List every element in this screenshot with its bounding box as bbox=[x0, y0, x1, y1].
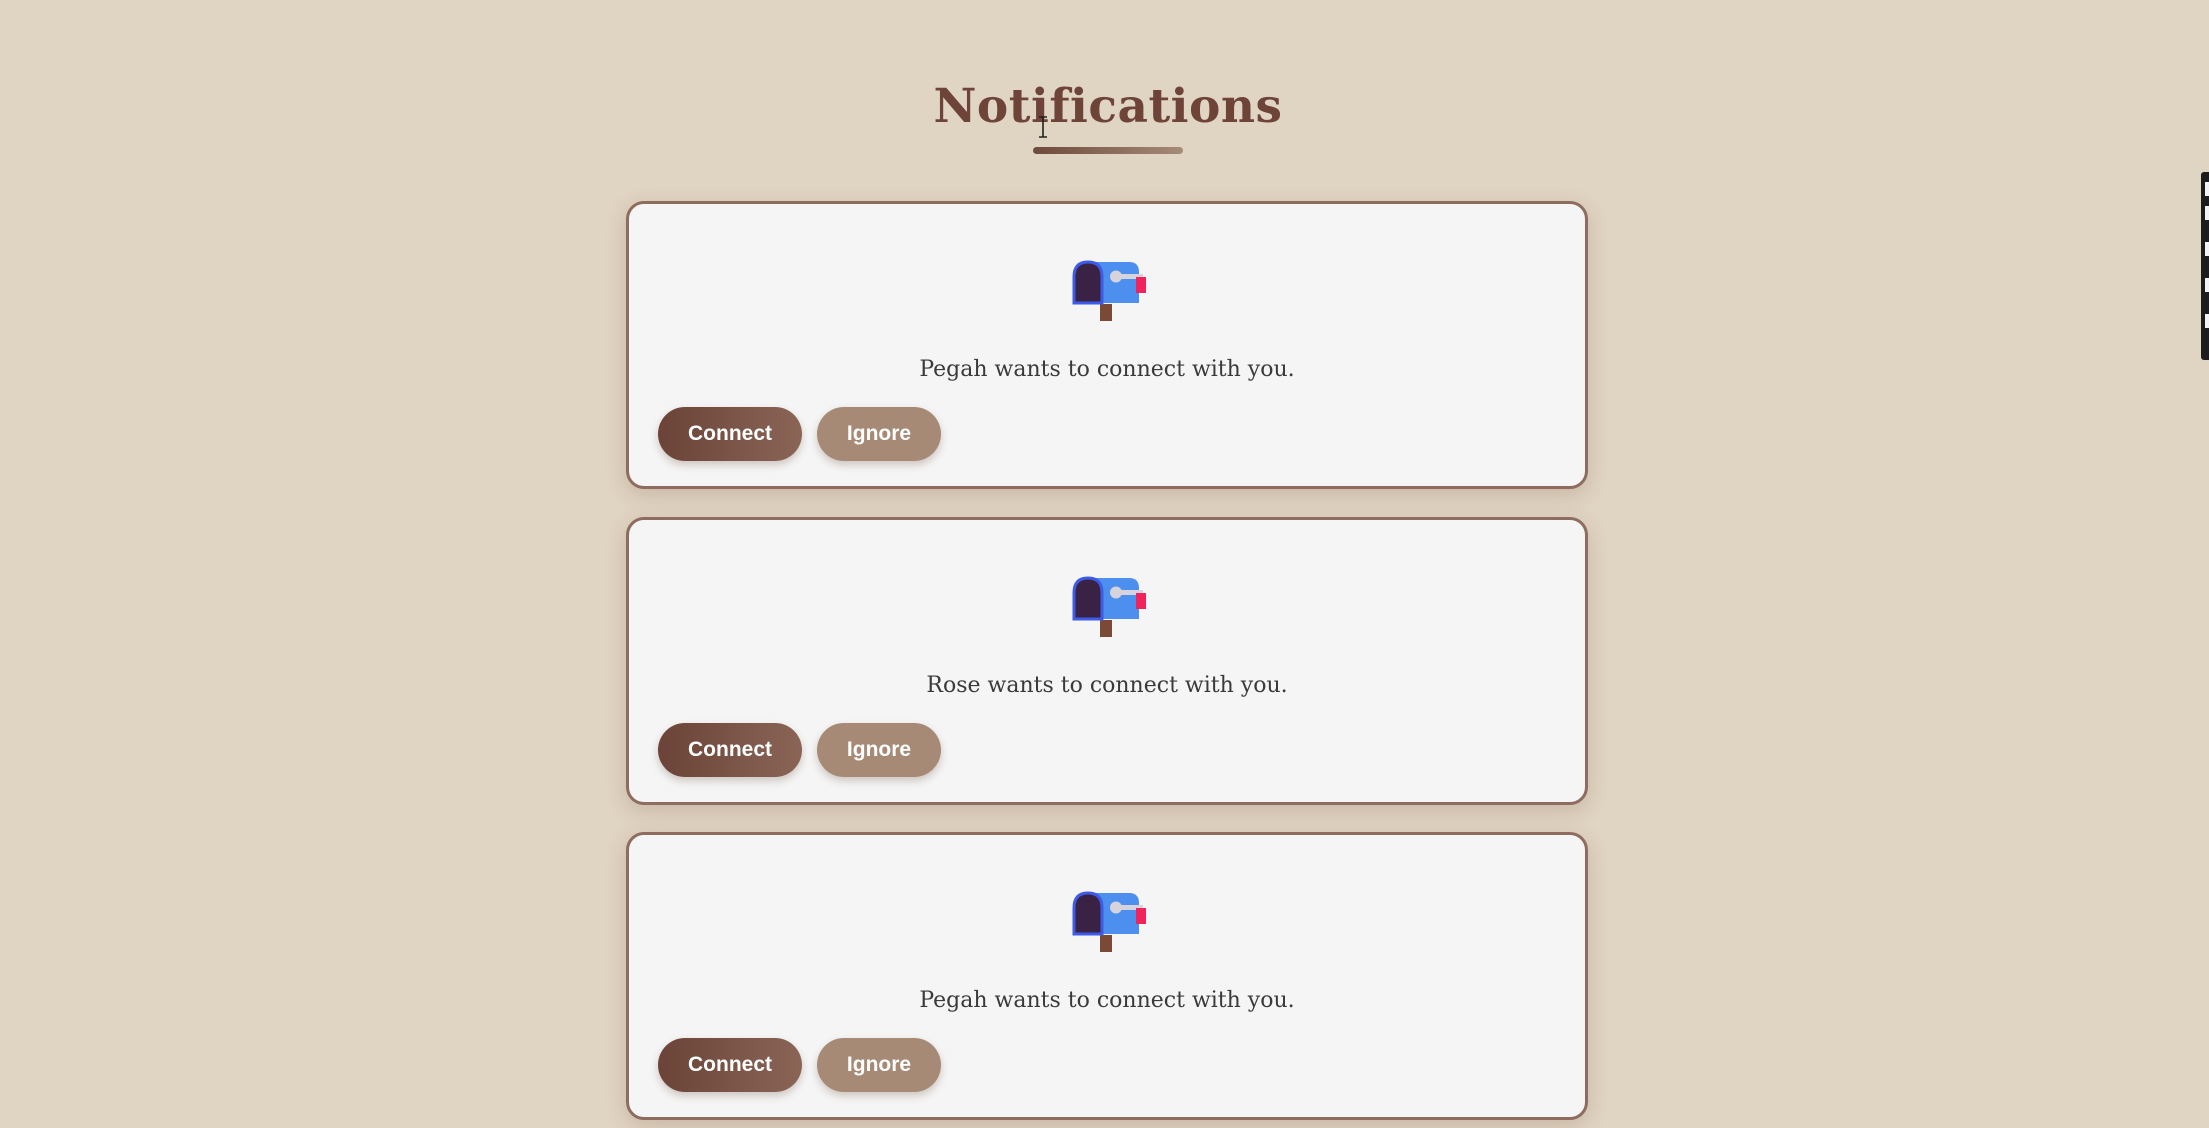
mailbox-icon bbox=[1072, 891, 1146, 952]
page-title: Notifications bbox=[933, 79, 1283, 134]
connect-button[interactable]: Connect bbox=[658, 723, 802, 777]
notification-card: Pegah wants to connect with you. Connect… bbox=[626, 201, 1588, 489]
mailbox-icon bbox=[1072, 576, 1146, 637]
connect-button[interactable]: Connect bbox=[658, 407, 802, 461]
title-underline bbox=[1033, 147, 1183, 154]
ignore-button[interactable]: Ignore bbox=[817, 723, 941, 777]
notification-card: Rose wants to connect with you. Connect … bbox=[626, 517, 1588, 805]
connect-button[interactable]: Connect bbox=[658, 1038, 802, 1092]
side-toolbar[interactable] bbox=[2201, 172, 2209, 360]
notification-message: Pegah wants to connect with you. bbox=[919, 357, 1295, 382]
ignore-button[interactable]: Ignore bbox=[817, 407, 941, 461]
notification-message: Pegah wants to connect with you. bbox=[919, 988, 1295, 1013]
mailbox-icon bbox=[1072, 260, 1146, 321]
notification-message: Rose wants to connect with you. bbox=[926, 673, 1288, 698]
text-cursor-icon bbox=[1039, 116, 1047, 138]
ignore-button[interactable]: Ignore bbox=[817, 1038, 941, 1092]
notification-card: Pegah wants to connect with you. Connect… bbox=[626, 832, 1588, 1120]
